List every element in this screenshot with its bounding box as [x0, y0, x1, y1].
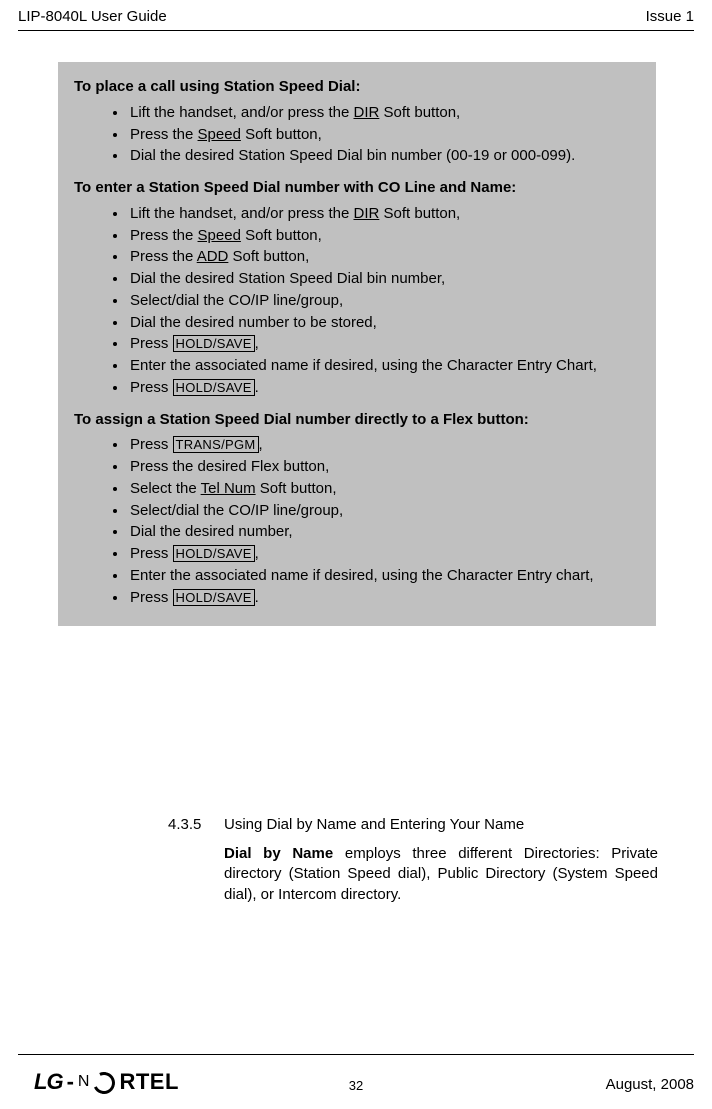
- list-assign-flex: Press TRANS/PGM, Press the desired Flex …: [128, 434, 640, 608]
- list-item: Press the Speed Soft button,: [128, 124, 640, 146]
- heading-assign-flex: To assign a Station Speed Dial number di…: [74, 409, 640, 431]
- heading-place-call: To place a call using Station Speed Dial…: [74, 76, 640, 98]
- list-item: Enter the associated name if desired, us…: [128, 565, 640, 587]
- list-item: Press HOLD/SAVE,: [128, 543, 640, 565]
- list-item: Press the ADD Soft button,: [128, 246, 640, 268]
- softkey-speed: Speed: [198, 126, 241, 143]
- list-item: Lift the handset, and/or press the DIR S…: [128, 203, 640, 225]
- softkey-tel-num: Tel Num: [201, 480, 256, 497]
- page: LIP-8040L User Guide Issue 1 To place a …: [0, 0, 712, 1109]
- page-number: 32: [349, 1078, 363, 1093]
- footer-date: August, 2008: [606, 1076, 694, 1093]
- list-item: Dial the desired Station Speed Dial bin …: [128, 268, 640, 290]
- header-left: LIP-8040L User Guide: [18, 8, 167, 25]
- list-item: Select/dial the CO/IP line/group,: [128, 500, 640, 522]
- list-item: Select the Tel Num Soft button,: [128, 478, 640, 500]
- term-dial-by-name: Dial by Name: [224, 845, 333, 862]
- logo-rtel-text: RTEL: [119, 1069, 178, 1095]
- key-hold-save: HOLD/SAVE: [173, 545, 255, 562]
- section-title: Using Dial by Name and Entering Your Nam…: [224, 816, 524, 833]
- key-hold-save: HOLD/SAVE: [173, 589, 255, 606]
- key-trans-pgm: TRANS/PGM: [173, 436, 259, 453]
- list-item: Lift the handset, and/or press the DIR S…: [128, 102, 640, 124]
- list-item: Press the desired Flex button,: [128, 456, 640, 478]
- footer-rule: [18, 1054, 694, 1055]
- list-item: Press HOLD/SAVE.: [128, 377, 640, 399]
- list-item: Press HOLD/SAVE.: [128, 587, 640, 609]
- list-enter-number: Lift the handset, and/or press the DIR S…: [128, 203, 640, 399]
- list-item: Dial the desired Station Speed Dial bin …: [128, 145, 640, 167]
- nortel-swirl-icon: [90, 1069, 118, 1097]
- list-item: Dial the desired number to be stored,: [128, 312, 640, 334]
- list-item: Press HOLD/SAVE,: [128, 333, 640, 355]
- lg-nortel-logo: LG - N RTEL: [34, 1069, 179, 1095]
- page-header: LIP-8040L User Guide Issue 1: [18, 8, 694, 25]
- list-item: Press the Speed Soft button,: [128, 225, 640, 247]
- logo-lg-text: LG: [34, 1069, 63, 1095]
- heading-enter-number: To enter a Station Speed Dial number wit…: [74, 177, 640, 199]
- header-right: Issue 1: [646, 8, 694, 25]
- softkey-dir: DIR: [353, 205, 379, 222]
- list-item: Enter the associated name if desired, us…: [128, 355, 640, 377]
- softkey-speed: Speed: [198, 227, 241, 244]
- softkey-dir: DIR: [353, 104, 379, 121]
- list-item: Dial the desired number,: [128, 521, 640, 543]
- section-paragraph: Dial by Name employs three different Dir…: [224, 844, 658, 905]
- list-place-call: Lift the handset, and/or press the DIR S…: [128, 102, 640, 167]
- key-hold-save: HOLD/SAVE: [173, 379, 255, 396]
- section-number: 4.3.5: [168, 816, 201, 833]
- softkey-add: ADD: [197, 248, 229, 265]
- list-item: Press TRANS/PGM,: [128, 434, 640, 456]
- header-underline: [18, 30, 694, 31]
- nortel-swirl-icon: N: [78, 1073, 90, 1091]
- logo-dash: -: [67, 1069, 74, 1095]
- list-item: Select/dial the CO/IP line/group,: [128, 290, 640, 312]
- key-hold-save: HOLD/SAVE: [173, 335, 255, 352]
- instruction-box: To place a call using Station Speed Dial…: [58, 62, 656, 626]
